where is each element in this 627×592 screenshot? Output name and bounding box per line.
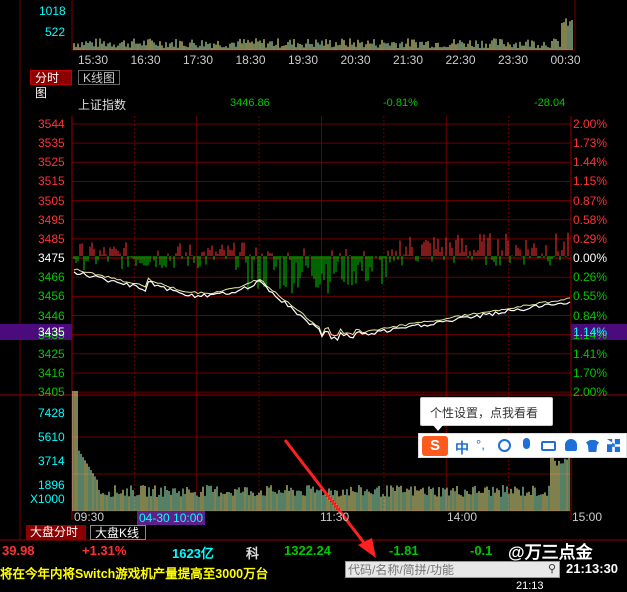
search-icon[interactable]: ⚲ (548, 562, 556, 575)
ticker-v2: +1.31% (82, 543, 127, 558)
pct-axis-label: 1.41% (573, 346, 608, 361)
price-axis-label: 3456 (38, 289, 65, 304)
search-input[interactable] (348, 562, 538, 577)
price-axis-label: 3525 (38, 155, 65, 170)
price-axis-label: 3466 (38, 270, 65, 285)
price-axis-label: 3495 (38, 212, 65, 227)
volume-axis-label: 3714 (38, 454, 65, 468)
search-box[interactable]: ⚲ (345, 561, 560, 578)
price-axis-label: 3416 (38, 365, 65, 380)
sogou-logo-icon[interactable]: S (422, 436, 448, 456)
pct-axis-label: 0.29% (573, 231, 608, 246)
skin-icon[interactable] (586, 440, 599, 452)
watermark: @万三点金 (508, 543, 593, 562)
clock: 21:13:30 (566, 561, 619, 576)
toolbox-icon[interactable] (607, 439, 620, 452)
cursor-price-label: 3435 (38, 325, 65, 339)
cursor-pct-label: 1.14% (573, 325, 608, 339)
pct-axis-label: 0.87% (573, 193, 608, 208)
pct-axis-label: 0.26% (573, 270, 608, 285)
time-1400: 14:00 (447, 510, 478, 524)
price-axis-label: 3505 (38, 193, 65, 208)
keyboard-icon[interactable] (541, 441, 556, 451)
ticker-v1: 39.98 (2, 543, 35, 558)
time-1130: 11:30 (320, 510, 350, 524)
pct-axis-label: 1.15% (573, 174, 608, 189)
main-chart-svg (0, 0, 627, 558)
pct-axis-label: 2.00% (573, 117, 608, 131)
tooltip-text: 个性设置，点我看看 (430, 406, 539, 420)
chinese-mode-icon[interactable]: 中 (455, 438, 469, 458)
price-axis-label: 3425 (38, 346, 65, 361)
pct-axis-label: 1.70% (573, 365, 608, 380)
price-axis-label: 3475 (38, 251, 65, 266)
volume-axis-label: 5610 (38, 430, 65, 444)
price-axis-label: 3515 (38, 174, 65, 189)
user-icon[interactable] (565, 439, 577, 451)
tab-market-intraday[interactable]: 大盘分时 (26, 525, 86, 540)
pct-axis-label: 0.55% (573, 289, 608, 304)
pct-axis-label: 1.44% (573, 155, 608, 170)
price-axis-label: 3485 (38, 231, 65, 246)
price-axis-label: 3405 (38, 385, 65, 400)
news-ticker[interactable]: 将在今年内将Switch游戏机产量提高至3000万台 (0, 563, 268, 582)
ticker-v7: -0.1 (470, 543, 493, 558)
ticker-v4: 科 (246, 546, 260, 561)
volume-axis-label: 7428 (38, 406, 65, 420)
cursor-time-label: 04-30 10:00 (137, 511, 206, 525)
pct-axis-label: 1.73% (573, 136, 608, 151)
emoji-icon[interactable] (498, 439, 511, 452)
price-axis-label: 3535 (38, 136, 65, 151)
pct-axis-label: 0.84% (573, 308, 608, 323)
volume-axis-label: X1000 (30, 492, 65, 506)
price-axis-label: 3446 (38, 308, 65, 323)
clock-partial: 21:13 (516, 580, 544, 592)
price-axis-label: 3544 (38, 117, 65, 131)
punctuation-icon[interactable]: °, (476, 437, 485, 452)
ticker-v5: 1322.24 (284, 543, 331, 558)
ticker-v3: 1623亿 (172, 546, 214, 561)
time-0930: 09:30 (74, 510, 105, 524)
volume-axis-label: 1896 (38, 478, 65, 492)
pct-axis-label: 2.00% (573, 385, 608, 400)
pct-axis-label: 0.58% (573, 212, 608, 227)
ime-toolbar[interactable]: S 中 °, (418, 433, 627, 458)
tab-market-kline[interactable]: 大盘K线 (90, 525, 146, 540)
pct-axis-label: 0.00% (573, 251, 608, 266)
tooltip-pointer (432, 424, 444, 431)
microphone-icon[interactable] (523, 438, 530, 449)
time-1500: 15:00 (572, 510, 603, 524)
tooltip: 个性设置，点我看看 (420, 397, 553, 426)
ticker-v6: -1.81 (389, 543, 419, 558)
